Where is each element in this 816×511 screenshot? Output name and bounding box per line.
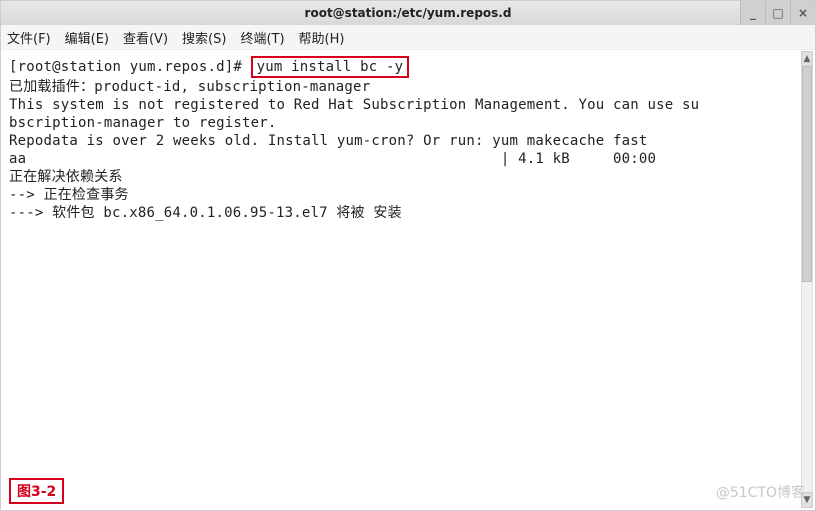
menu-help[interactable]: 帮助(H) <box>299 28 345 47</box>
menu-edit[interactable]: 编辑(E) <box>65 28 109 47</box>
menu-search[interactable]: 搜索(S) <box>182 28 226 47</box>
titlebar: root@station:/etc/yum.repos.d _ □ × <box>1 1 815 25</box>
menu-view[interactable]: 查看(V) <box>123 28 168 47</box>
window-title: root@station:/etc/yum.repos.d <box>305 6 512 20</box>
shell-prompt: [root@station yum.repos.d]# <box>9 59 251 75</box>
figure-label: 图3-2 <box>9 478 64 504</box>
terminal-window: root@station:/etc/yum.repos.d _ □ × 文件(F… <box>0 0 816 511</box>
minimize-button[interactable]: _ <box>740 1 765 25</box>
term-line: This system is not registered to Red Hat… <box>9 97 699 113</box>
scrollbar-thumb[interactable] <box>802 66 812 282</box>
maximize-button[interactable]: □ <box>765 1 790 25</box>
term-line: ---> 软件包 bc.x86_64.0.1.06.95-13.el7 将被 安… <box>9 205 402 221</box>
terminal-output[interactable]: [root@station yum.repos.d]# yum install … <box>1 50 815 228</box>
term-line: --> 正在检查事务 <box>9 187 129 203</box>
window-controls: _ □ × <box>740 1 815 25</box>
close-button[interactable]: × <box>790 1 815 25</box>
vertical-scrollbar[interactable]: ▲ ▼ <box>801 51 813 508</box>
highlighted-command: yum install bc -y <box>251 56 410 78</box>
term-line: bscription-manager to register. <box>9 115 277 131</box>
term-line: Repodata is over 2 weeks old. Install yu… <box>9 133 648 149</box>
menu-file[interactable]: 文件(F) <box>7 28 51 47</box>
scrollbar-track[interactable] <box>801 65 813 494</box>
menubar: 文件(F) 编辑(E) 查看(V) 搜索(S) 终端(T) 帮助(H) <box>1 25 815 50</box>
term-line: 已加载插件：product-id, subscription-manager <box>9 79 370 95</box>
term-line: 正在解决依赖关系 <box>9 169 123 185</box>
term-line: aa | 4.1 kB 00:00 <box>9 151 656 167</box>
watermark: @51CTO博客 <box>716 482 805 502</box>
menu-terminal[interactable]: 终端(T) <box>240 28 284 47</box>
